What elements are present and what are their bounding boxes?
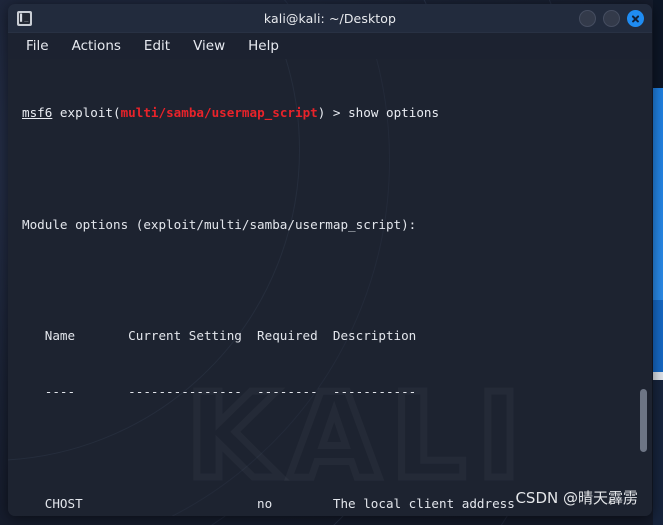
- menu-item-edit[interactable]: Edit: [144, 38, 170, 54]
- menu-item-file[interactable]: File: [26, 38, 49, 54]
- background-window-strip: [653, 0, 663, 525]
- console-blank-3: [22, 439, 652, 458]
- window-controls: [579, 10, 644, 27]
- module-options-table-divider: ---- --------------- -------- ----------…: [22, 384, 417, 400]
- scrollbar-thumb[interactable]: [640, 389, 647, 452]
- maximize-button[interactable]: [603, 10, 620, 27]
- prompt-command: show options: [348, 105, 440, 121]
- table-row: CHOST no The local client address: [22, 495, 515, 511]
- terminal-body[interactable]: KALI "the quieter you become, the mo msf…: [8, 59, 652, 516]
- menubar: File Actions Edit View Help: [8, 33, 652, 59]
- prompt-command-suffix: ) >: [317, 105, 349, 121]
- menu-item-view[interactable]: View: [193, 38, 225, 54]
- prompt-shell: msf6: [22, 105, 53, 121]
- menu-item-actions[interactable]: Actions: [72, 38, 121, 54]
- minimize-button[interactable]: [579, 10, 596, 27]
- window-titlebar[interactable]: ▌_ kali@kali: ~/Desktop: [8, 4, 652, 33]
- window-title: kali@kali: ~/Desktop: [263, 11, 397, 26]
- prompt-command-prefix: exploit(: [52, 105, 121, 121]
- module-options-header: Module options (exploit/multi/samba/user…: [22, 216, 417, 232]
- console-blank-2: [22, 272, 652, 291]
- terminal-window: ▌_ kali@kali: ~/Desktop File Actions Edi…: [8, 4, 652, 516]
- terminal-scrollbar[interactable]: [639, 59, 648, 516]
- terminal-icon-glyph: ▌_: [19, 13, 30, 24]
- menu-item-help[interactable]: Help: [248, 38, 279, 54]
- terminal-icon: ▌_: [17, 11, 32, 26]
- console-blank-1: [22, 160, 652, 179]
- close-button[interactable]: [627, 10, 644, 27]
- module-options-table-header: Name Current Setting Required Descriptio…: [22, 328, 417, 344]
- console-output[interactable]: msf6 exploit(multi/samba/usermap_script)…: [8, 59, 652, 516]
- prompt-line: msf6 exploit(multi/samba/usermap_script)…: [22, 104, 652, 123]
- prompt-module: multi/samba/usermap_script: [120, 105, 318, 121]
